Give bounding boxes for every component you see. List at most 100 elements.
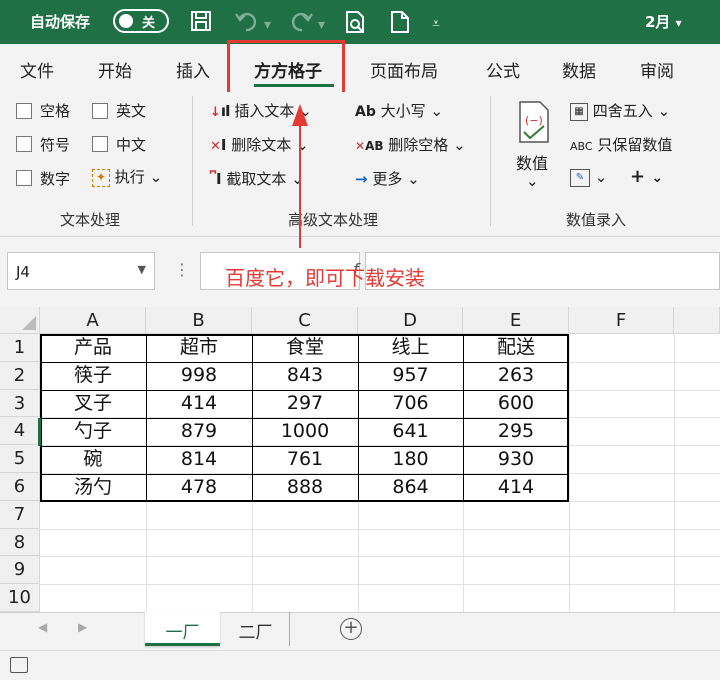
save-icon[interactable] [190, 10, 212, 36]
edit-cell-icon: ✎ [570, 168, 590, 187]
cell-b4[interactable]: 879 [146, 418, 252, 446]
case-button[interactable]: Ab 大小写 ⌄ [355, 100, 443, 121]
redo-dropdown-icon[interactable]: ▾ [318, 14, 325, 36]
tab-file[interactable]: 文件 [20, 57, 54, 82]
row-header-2[interactable]: 2 [0, 361, 40, 390]
cell-d1[interactable]: 线上 [358, 334, 463, 362]
autosave-toggle[interactable]: 关 [113, 9, 169, 33]
month-selector[interactable]: 2月 ▾ [645, 11, 682, 32]
print-preview-icon[interactable] [344, 10, 366, 38]
sheet-tab-1[interactable]: 一厂 [145, 612, 220, 646]
cell-d5[interactable]: 180 [358, 446, 463, 474]
edit-cell-button[interactable]: ✎ ⌄ [570, 168, 607, 187]
group-separator [192, 96, 193, 226]
name-box[interactable]: J4 ▼ [7, 252, 155, 290]
cell-b5[interactable]: 814 [146, 446, 252, 474]
more-options-icon: ⋮ [174, 260, 190, 279]
row-header-6[interactable]: 6 [0, 473, 40, 501]
next-sheet-icon[interactable]: ▶ [78, 620, 87, 634]
cell-d3[interactable]: 706 [358, 390, 463, 418]
add-sheet-icon[interactable]: + [340, 618, 362, 640]
new-file-icon[interactable] [390, 10, 410, 38]
tab-page-layout[interactable]: 页面布局 [370, 57, 438, 82]
sheet-tab-2[interactable]: 二厂 [222, 612, 290, 646]
row-header-7[interactable]: 7 [0, 500, 40, 529]
cell-c2[interactable]: 843 [252, 362, 358, 390]
cell-a4[interactable]: 勺子 [40, 418, 146, 446]
cell-b2[interactable]: 998 [146, 362, 252, 390]
cell-e6[interactable]: 414 [463, 474, 569, 502]
row-header-1[interactable]: 1 [0, 334, 40, 362]
chevron-down-icon[interactable]: ▼ [138, 263, 146, 276]
group-label-value: 数值录入 [566, 211, 627, 229]
tab-formulas[interactable]: 公式 [486, 57, 520, 82]
delete-space-button[interactable]: ✕AB 删除空格 ⌄ [355, 134, 466, 155]
cell-a5[interactable]: 碗 [40, 446, 146, 474]
checkbox-symbol[interactable] [16, 136, 32, 152]
checkbox-space[interactable] [16, 103, 32, 119]
cell-c1[interactable]: 食堂 [252, 334, 358, 362]
tab-home[interactable]: 开始 [98, 57, 132, 82]
cell-c3[interactable]: 297 [252, 390, 358, 418]
tab-review[interactable]: 审阅 [640, 57, 674, 82]
cell-a6[interactable]: 汤勺 [40, 474, 146, 502]
add-button[interactable]: + ⌄ [630, 166, 663, 187]
more-button[interactable]: → 更多 ⌄ [355, 168, 420, 189]
cell-b1[interactable]: 超市 [146, 334, 252, 362]
value-button[interactable]: (−) [512, 100, 556, 144]
cell-d4[interactable]: 641 [358, 418, 463, 446]
cell-e4[interactable]: 295 [463, 418, 569, 446]
row-header-4[interactable]: 4 [0, 417, 40, 446]
customize-toolbar-icon[interactable]: ⩡ [432, 13, 440, 35]
keep-values-icon: ABC [570, 140, 593, 153]
column-header-e[interactable]: E [463, 307, 569, 334]
row-header-5[interactable]: 5 [0, 445, 40, 473]
column-header-d[interactable]: D [358, 307, 463, 334]
row-header-10[interactable]: 10 [0, 584, 40, 612]
undo-icon[interactable] [234, 10, 260, 36]
select-all-corner[interactable] [0, 307, 40, 334]
value-label: 数值 [516, 154, 549, 173]
cell-c6[interactable]: 888 [252, 474, 358, 502]
cell-e1[interactable]: 配送 [463, 334, 569, 362]
cell-a2[interactable]: 筷子 [40, 362, 146, 390]
redo-icon[interactable] [288, 10, 314, 36]
column-header-b[interactable]: B [146, 307, 252, 334]
round-button[interactable]: ▦ 四舍五入 ⌄ [570, 100, 670, 121]
cell-d2[interactable]: 957 [358, 362, 463, 390]
cell-b6[interactable]: 478 [146, 474, 252, 502]
checkbox-english[interactable] [92, 103, 108, 119]
delete-text-icon: ✕ [210, 139, 221, 154]
undo-dropdown-icon[interactable]: ▾ [264, 14, 271, 36]
autosave-label: 自动保存 [30, 13, 91, 31]
cell-e5[interactable]: 930 [463, 446, 569, 474]
chevron-down-icon[interactable]: ⌄ [526, 172, 539, 190]
execute-label: 执行 [114, 168, 145, 186]
column-header-a[interactable]: A [40, 307, 146, 334]
execute-button[interactable]: ✦ 执行 ⌄ [92, 166, 162, 187]
column-header-f[interactable]: F [569, 307, 674, 334]
cell-a3[interactable]: 叉子 [40, 390, 146, 418]
prev-sheet-icon[interactable]: ◀ [38, 620, 47, 634]
cell-c4[interactable]: 1000 [252, 418, 358, 446]
cell-d6[interactable]: 864 [358, 474, 463, 502]
arrow-right-icon: → [355, 170, 368, 188]
cell-e2[interactable]: 263 [463, 362, 569, 390]
gridline-vertical [569, 334, 570, 612]
insert-text-icon: ↓ [210, 105, 221, 120]
label-english: 英文 [116, 102, 147, 120]
tab-insert[interactable]: 插入 [176, 57, 210, 82]
month-label: 2月 [645, 13, 671, 31]
row-header-3[interactable]: 3 [0, 389, 40, 418]
row-header-8[interactable]: 8 [0, 528, 40, 557]
tab-data[interactable]: 数据 [562, 57, 596, 82]
row-header-9[interactable]: 9 [0, 556, 40, 585]
cell-c5[interactable]: 761 [252, 446, 358, 474]
column-header-c[interactable]: C [252, 307, 358, 334]
keep-values-button[interactable]: ABC 只保留数值 [570, 134, 672, 155]
cell-a1[interactable]: 产品 [40, 334, 146, 362]
cell-b3[interactable]: 414 [146, 390, 252, 418]
checkbox-chinese[interactable] [92, 136, 108, 152]
cell-e3[interactable]: 600 [463, 390, 569, 418]
checkbox-number[interactable] [16, 170, 32, 186]
